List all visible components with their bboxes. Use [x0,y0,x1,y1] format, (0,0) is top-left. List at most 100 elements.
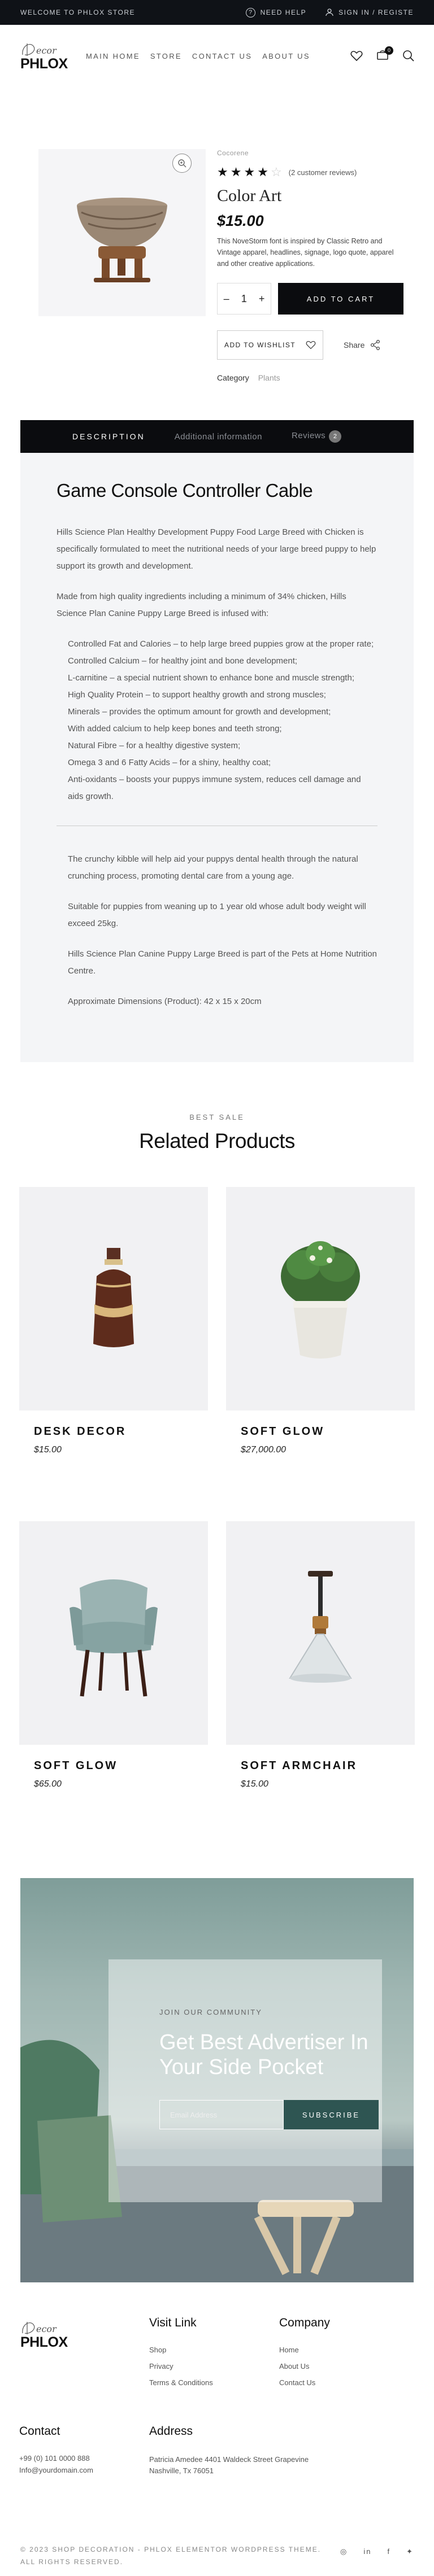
star-icon: ★ [217,165,228,179]
instagram-icon[interactable]: ◎ [340,2546,348,2558]
list-item: Minerals – provides the optimum amount f… [68,707,331,717]
tab-additional-information[interactable]: Additional information [175,432,262,442]
add-to-wishlist-button[interactable]: ADD TO WISHLIST [217,330,323,360]
footer-phone[interactable]: +99 (0) 101 0000 888 [19,2454,93,2463]
zoom-button[interactable] [172,154,192,173]
footer-link-privacy[interactable]: Privacy [149,2362,213,2370]
star-icon: ★ [244,165,255,179]
product-card-price: $15.00 [241,1779,268,1789]
need-help-link[interactable]: ? NEED HELP [245,7,307,18]
product-card[interactable]: SOFT ARMCHAIR $15.00 [226,1521,415,1839]
email-field[interactable]: Email Address [159,2100,284,2129]
footer-visit-links: Visit Link Shop Privacy Terms & Conditio… [149,2316,213,2387]
cart-button[interactable]: 0 [376,46,393,63]
list-item: Natural Fibre – for a healthy digestive … [68,741,241,750]
description-paragraph: Hills Science Plan Healthy Development P… [57,527,376,571]
footer-email[interactable]: Info@yourdomain.com [19,2466,93,2474]
product-card-price: $27,000.00 [241,1445,287,1455]
share-label: Share [344,340,365,350]
svg-text:ecor: ecor [36,2324,57,2334]
product-card-image[interactable] [19,1187,208,1411]
footer-link-contact[interactable]: Contact Us [279,2378,330,2387]
lamp-icon [289,1571,352,1683]
newsletter-title: Get Best Advertiser In Your Side Pocket [159,2031,368,2079]
user-icon [326,8,333,16]
footer-address: Address Patricia Amedee 4401 Waldeck Str… [149,2425,319,2477]
list-item: With added calcium to help keep bones an… [68,724,282,733]
product-card-image[interactable] [226,1187,415,1411]
tab-reviews[interactable]: Reviews 2 [292,430,342,443]
newsletter-banner: JOIN OUR COMMUNITY Get Best Advertiser I… [20,1878,414,2282]
quantity-stepper[interactable]: – 1 + [217,283,271,315]
reviews-count-badge: 2 [329,430,342,443]
qty-value[interactable]: 1 [241,293,247,305]
nav-store[interactable]: STORE [150,52,182,60]
twitter-icon[interactable]: ✦ [406,2546,414,2558]
footer-link-terms[interactable]: Terms & Conditions [149,2378,213,2387]
list-item: High Quality Protein – to support health… [68,690,326,700]
facebook-icon[interactable]: f [387,2546,390,2558]
product-card[interactable]: DESK DECOR $15.00 [19,1187,208,1504]
footer-link-about[interactable]: About Us [279,2362,330,2370]
plant-icon [281,1241,360,1359]
footer-link-shop[interactable]: Shop [149,2346,213,2354]
newsletter-form: Email Address SUBSCRIBE [159,2100,382,2129]
related-products-grid: DESK DECOR $15.00 SOFT GLOW $27,000.00 S… [19,1187,415,1839]
footer-logo[interactable]: ecor PHLOX [19,2316,73,2352]
wishlist-label: ADD TO WISHLIST [224,341,296,349]
qty-increase-button[interactable]: + [259,293,265,305]
related-kicker: BEST SALE [189,1113,245,1121]
category-label: Category [217,373,249,382]
newsletter-kicker: JOIN OUR COMMUNITY [159,2008,262,2016]
product-card[interactable]: SOFT GLOW $27,000.00 [226,1187,415,1504]
nav-contact-us[interactable]: CONTACT US [192,52,252,60]
product-card-name[interactable]: SOFT ARMCHAIR [241,1759,415,1772]
reviews-link[interactable]: (2 customer reviews) [289,168,357,177]
nav-main-home[interactable]: MAIN HOME [86,52,140,60]
footer-heading: Contact [19,2425,60,2438]
linkedin-icon[interactable]: in [363,2546,371,2558]
signin-label: SIGN IN / REGISTE [338,8,414,16]
category-value-link[interactable]: Plants [258,373,280,382]
qty-decrease-button[interactable]: – [224,293,229,305]
heart-icon[interactable] [350,50,363,62]
footer-company-links: Company Home About Us Contact Us [279,2316,330,2387]
product-info: Cocorene ★ ★ ★ ★ ☆ (2 customer reviews) … [217,149,403,382]
share-icon [371,340,380,350]
list-item: Controlled Fat and Calories – to help la… [68,639,374,649]
tab-description[interactable]: DESCRIPTION [72,432,145,441]
product-card-image[interactable] [226,1521,415,1745]
product-section: Cocorene ★ ★ ★ ★ ☆ (2 customer reviews) … [0,87,434,414]
bottle-icon [93,1248,134,1347]
description-paragraph: The crunchy kibble will help aid your pu… [68,854,358,881]
product-card-name[interactable]: SOFT GLOW [241,1425,415,1438]
list-item: L-carnitine – a special nutrient shown t… [68,673,354,683]
signin-link[interactable]: SIGN IN / REGISTE [326,8,414,16]
product-card-name[interactable]: DESK DECOR [34,1425,208,1438]
product-category-link[interactable]: Cocorene [217,149,403,157]
site-logo[interactable]: ecor PHLOX [19,38,73,74]
product-card[interactable]: SOFT GLOW $65.00 [19,1521,208,1839]
add-to-cart-button[interactable]: ADD TO CART [278,283,403,315]
site-header: ecor PHLOX MAIN HOME STORE CONTACT US AB… [0,25,434,87]
nav-about-us[interactable]: ABOUT US [262,52,310,60]
star-empty-icon: ☆ [270,165,282,179]
footer-heading: Address [149,2425,193,2438]
product-image[interactable] [38,149,206,316]
footer-address-text: Patricia Amedee 4401 Waldeck Street Grap… [149,2455,309,2475]
product-card-image[interactable] [19,1521,208,1745]
related-products-header: BEST SALE Related Products [0,1113,434,1153]
search-icon[interactable] [402,50,415,62]
social-links: ◎ in f ✦ [340,2546,414,2558]
list-item: Controlled Calcium – for healthy joint a… [68,656,298,666]
footer-link-home[interactable]: Home [279,2346,330,2354]
share-button[interactable]: Share [344,340,380,350]
cart-count-badge: 0 [385,46,393,55]
subscribe-button[interactable]: SUBSCRIBE [284,2100,379,2129]
description-title: Game Console Controller Cable [57,480,313,501]
star-icon: ★ [230,165,242,179]
star-icon: ★ [257,165,268,179]
help-icon: ? [245,7,255,18]
main-nav: MAIN HOME STORE CONTACT US ABOUT US [86,52,350,60]
product-card-name[interactable]: SOFT GLOW [34,1759,208,1772]
